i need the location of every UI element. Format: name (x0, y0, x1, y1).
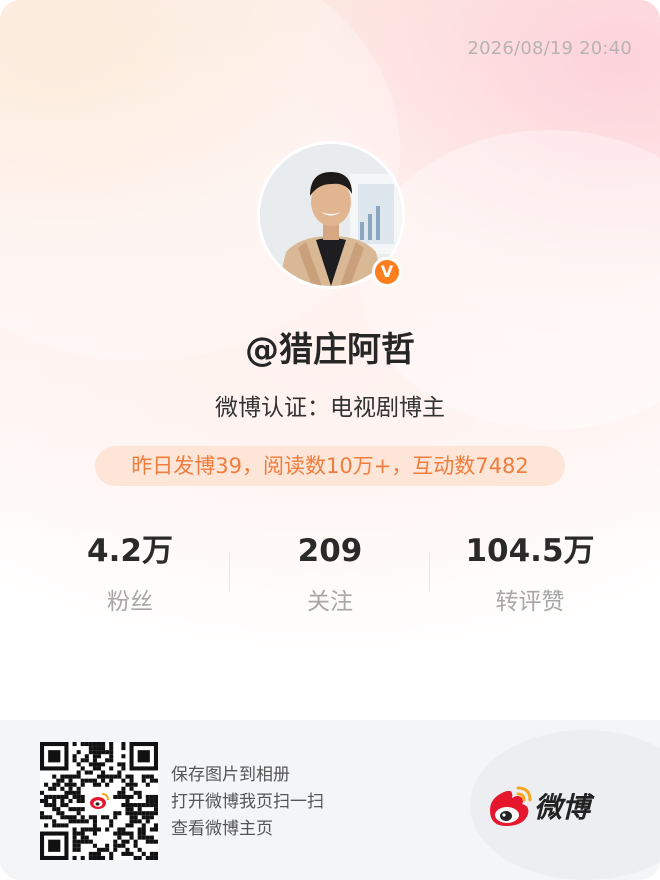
qr-center-logo-icon (88, 790, 110, 812)
footer-line-save: 保存图片到相册 (171, 765, 290, 785)
activity-summary: 昨日发博39，阅读数10万+，互动数7482 (95, 446, 565, 486)
stat-value: 4.2万 (87, 533, 173, 569)
footer-line-view: 查看微博主页 (171, 819, 273, 839)
footer-instructions: 保存图片到相册 打开微博我页扫一扫 查看微博主页 (171, 762, 324, 843)
stat-followers[interactable]: 4.2万 粉丝 (30, 530, 230, 616)
footer-line-scan: 打开微博我页扫一扫 (171, 792, 324, 812)
stat-value: 104.5万 (465, 533, 595, 569)
stat-label: 粉丝 (107, 589, 153, 615)
verified-badge-icon: V (372, 257, 402, 287)
stat-interactions[interactable]: 104.5万 转评赞 (430, 530, 630, 616)
weibo-brand-text: 微博 (534, 791, 591, 824)
qr-code-icon[interactable] (40, 742, 158, 860)
stat-label: 关注 (307, 589, 353, 615)
certification-label: 微博认证：电视剧博主 (215, 395, 445, 421)
stat-value: 209 (297, 533, 363, 569)
avatar[interactable]: V (257, 141, 405, 289)
stat-following[interactable]: 209 关注 (230, 530, 430, 616)
stat-label: 转评赞 (495, 589, 565, 615)
stats-row: 4.2万 粉丝 209 关注 104.5万 转评赞 (0, 530, 660, 620)
timestamp: 2026/08/19 20:40 (467, 38, 632, 59)
share-card: 2026/08/19 20:40 V @猎庄阿哲 微博认证：电视剧博主 昨日发博… (0, 0, 660, 880)
username: @猎庄阿哲 (245, 330, 415, 370)
